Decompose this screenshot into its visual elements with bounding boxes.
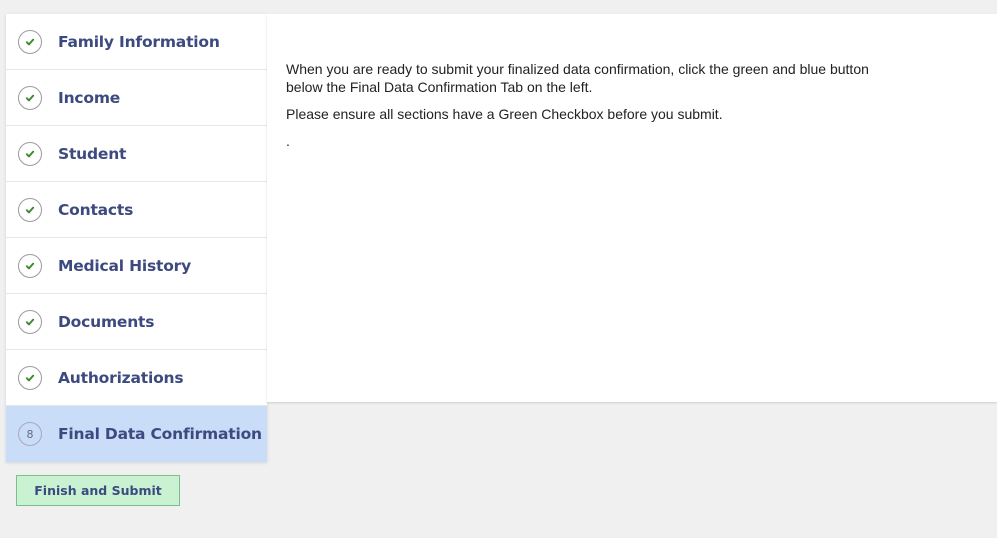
finish-and-submit-button[interactable]: Finish and Submit (16, 475, 180, 506)
checkmark-icon (18, 309, 42, 334)
checkmark-icon (18, 197, 42, 222)
checkmark-icon (18, 365, 42, 390)
top-strip (0, 0, 997, 14)
sidebar-item-authorizations[interactable]: Authorizations (6, 350, 267, 406)
sidebar-item-label: Medical History (58, 256, 192, 275)
sidebar-item-contacts[interactable]: Contacts (6, 182, 267, 238)
sidebar-item-label: Documents (58, 312, 155, 331)
checkmark-icon (18, 253, 42, 278)
sidebar-item-student[interactable]: Student (6, 126, 267, 182)
checkmark-icon (18, 141, 42, 166)
instruction-text: When you are ready to submit your finali… (286, 61, 869, 95)
sidebar-item-final-data-confirmation[interactable]: 8 Final Data Confirmation (6, 406, 267, 462)
sidebar-item-label: Contacts (58, 200, 134, 219)
sidebar-nav: Family Information Income Student Contac… (6, 14, 267, 462)
sidebar-item-income[interactable]: Income (6, 70, 267, 126)
sidebar-item-documents[interactable]: Documents (6, 294, 267, 350)
step-number-badge: 8 (18, 422, 42, 446)
checkmark-icon (18, 85, 42, 110)
sidebar-item-label: Authorizations (58, 368, 184, 387)
sidebar-item-label: Family Information (58, 32, 220, 51)
sidebar-item-label: Income (58, 88, 121, 107)
sidebar-item-family-information[interactable]: Family Information (6, 14, 267, 70)
checkmark-icon (18, 29, 42, 54)
sidebar-item-medical-history[interactable]: Medical History (6, 238, 267, 294)
content-panel: When you are ready to submit your finali… (267, 14, 997, 402)
sidebar-item-label: Final Data Confirmation (58, 425, 262, 443)
instruction-text: . (286, 133, 290, 149)
sidebar-item-label: Student (58, 144, 127, 163)
instruction-text: Please ensure all sections have a Green … (286, 106, 723, 122)
